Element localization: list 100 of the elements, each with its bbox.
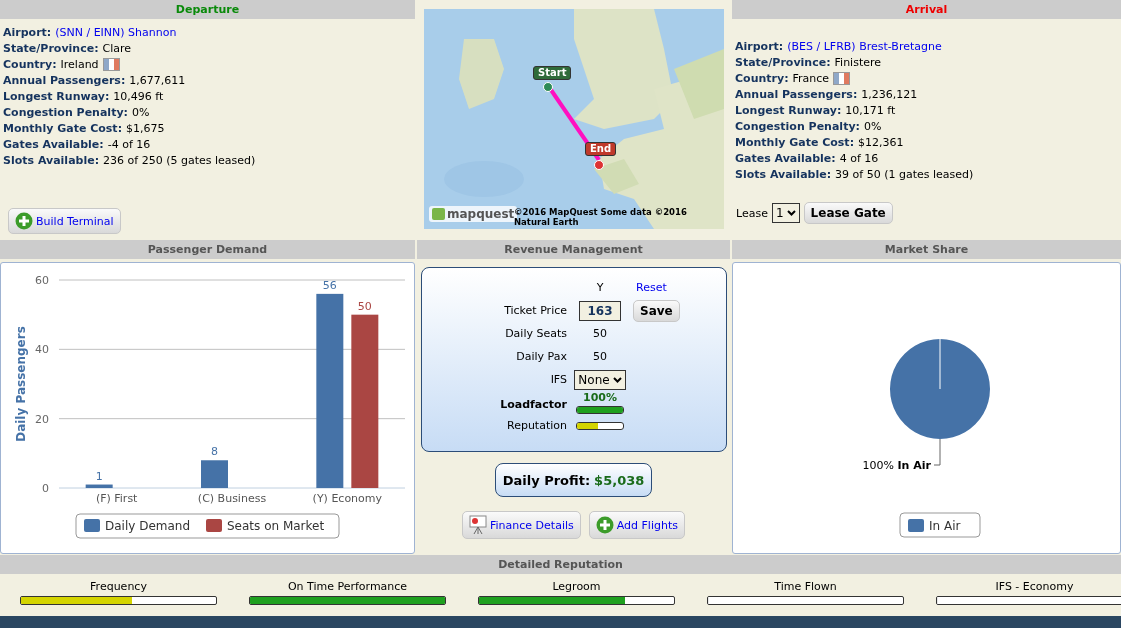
row-label: IFS xyxy=(549,373,567,386)
field-label: Gates Available: xyxy=(3,137,104,151)
axis-tick: 20 xyxy=(35,412,49,426)
field-value: $12,361 xyxy=(858,135,904,149)
finance-details-button[interactable]: Finance Details xyxy=(462,511,581,539)
field-label: Gates Available: xyxy=(735,151,836,165)
lease-gate-button[interactable]: Lease Gate xyxy=(803,202,893,224)
bar xyxy=(201,460,228,488)
data-label: 56 xyxy=(322,278,337,292)
reset-link[interactable]: Reset xyxy=(633,281,667,294)
field-label: Annual Passengers: xyxy=(3,73,126,87)
field-value: 0% xyxy=(863,119,882,133)
row-value: 50 xyxy=(592,326,608,342)
lease-select[interactable]: 1 xyxy=(771,203,800,223)
chevron-down-icon xyxy=(786,210,796,216)
end-pin-icon xyxy=(594,160,604,170)
field-label: Longest Runway: xyxy=(735,103,842,117)
row-label: Loadfactor xyxy=(499,398,567,413)
meter-label: Legroom xyxy=(552,580,601,593)
chevron-down-icon xyxy=(612,376,622,383)
legend-label: Daily Demand xyxy=(105,519,191,533)
field-label: Airport: xyxy=(735,39,784,53)
field-label: Annual Passengers: xyxy=(735,87,858,101)
start-pin-icon xyxy=(543,82,553,92)
section-header: Arrival xyxy=(732,0,1121,19)
section-header: Market Share xyxy=(732,240,1121,259)
field-label: Monthly Gate Cost: xyxy=(735,135,855,149)
field-value: 0% xyxy=(131,105,150,119)
row-label: Daily Seats xyxy=(504,327,567,340)
ifs-select[interactable]: None xyxy=(574,369,626,390)
column-header: Y xyxy=(595,280,605,296)
field-label: State/Province: xyxy=(735,55,831,69)
profit-label: Daily Profit: xyxy=(502,472,591,488)
field-label: Monthly Gate Cost: xyxy=(3,121,123,135)
add-flights-button[interactable]: Add Flights xyxy=(588,511,685,539)
field-value: 236 of 250 (5 gates leased) xyxy=(103,153,256,167)
meter-label: Frequency xyxy=(90,580,147,593)
field-label: Slots Available: xyxy=(735,167,832,181)
legend-swatch xyxy=(206,519,222,532)
section-header: Departure xyxy=(0,0,415,19)
flag-icon xyxy=(833,71,851,85)
category-label: (F) First xyxy=(95,492,138,505)
field-value: 10,496 ft xyxy=(113,89,164,103)
legend-label: In Air xyxy=(929,519,961,533)
map-attribution: ©2016 MapQuest Some data ©2016 Natural Earth xyxy=(514,207,688,227)
ticket-price-field[interactable]: 163 xyxy=(579,300,621,321)
presentation-icon xyxy=(469,515,487,535)
data-label: 8 xyxy=(211,445,218,459)
profit-value: $5,038 xyxy=(594,472,645,488)
axis-title: Daily Passengers xyxy=(14,326,28,442)
end-marker: End xyxy=(585,142,617,156)
save-button[interactable]: Save xyxy=(633,299,680,322)
row-label: Ticket Price xyxy=(503,304,567,317)
field-value: Finistere xyxy=(834,55,882,69)
axis-tick: 40 xyxy=(35,343,49,357)
field-value: 1,236,121 xyxy=(861,87,918,101)
section-header: Detailed Reputation xyxy=(0,555,1121,574)
field-value: $1,675 xyxy=(126,121,165,135)
field-label: Congestion Penalty: xyxy=(3,105,128,119)
field-label: Airport: xyxy=(3,25,52,39)
field-label: State/Province: xyxy=(3,41,99,55)
airport-link[interactable]: (BES / LFRB) Brest-Bretagne xyxy=(787,39,942,53)
plus-icon xyxy=(15,212,33,230)
field-label: Congestion Penalty: xyxy=(735,119,860,133)
section-header: Passenger Demand xyxy=(0,240,415,259)
axis-tick: 60 xyxy=(35,274,49,287)
field-label: Longest Runway: xyxy=(3,89,110,103)
field-value: Clare xyxy=(102,41,132,55)
meter-label: On Time Performance xyxy=(287,580,408,593)
category-label: (Y) Economy xyxy=(312,492,383,505)
lease-label: Lease xyxy=(736,206,768,220)
start-marker: Start xyxy=(533,66,572,80)
meter-track xyxy=(576,421,624,430)
section-header: Revenue Management xyxy=(417,240,730,259)
field-value: 10,171 ft xyxy=(845,103,896,117)
field-label: Country: xyxy=(3,57,57,71)
bar xyxy=(85,484,113,488)
loadfactor-reading: 100% xyxy=(583,391,617,404)
slice-edge xyxy=(939,338,941,390)
field-value: 39 of 50 (1 gates leased) xyxy=(835,167,974,181)
flag-icon xyxy=(102,57,120,71)
field-label: Slots Available: xyxy=(3,153,100,167)
field-value: 4 of 16 xyxy=(839,151,879,165)
category-label: (C) Business xyxy=(197,492,267,505)
data-label: 50 xyxy=(357,299,372,313)
legend-label: Seats on Market xyxy=(227,519,325,533)
plus-icon xyxy=(595,516,614,534)
row-label: Reputation xyxy=(506,419,567,432)
field-value: 1,677,611 xyxy=(129,73,186,87)
build-terminal-button[interactable]: Build Terminal xyxy=(8,208,121,234)
legend-swatch xyxy=(908,519,924,532)
row-label: Daily Pax xyxy=(515,350,567,363)
legend-swatch xyxy=(84,519,100,532)
meter-label: Time Flown xyxy=(774,580,837,593)
meter-track xyxy=(576,406,624,414)
data-label: 1 xyxy=(95,469,103,483)
axis-tick: 0 xyxy=(42,482,49,495)
airport-link[interactable]: (SNN / EINN) Shannon xyxy=(55,25,177,39)
meter-label: IFS - Economy xyxy=(995,580,1074,593)
field-value: Ireland xyxy=(60,57,99,71)
